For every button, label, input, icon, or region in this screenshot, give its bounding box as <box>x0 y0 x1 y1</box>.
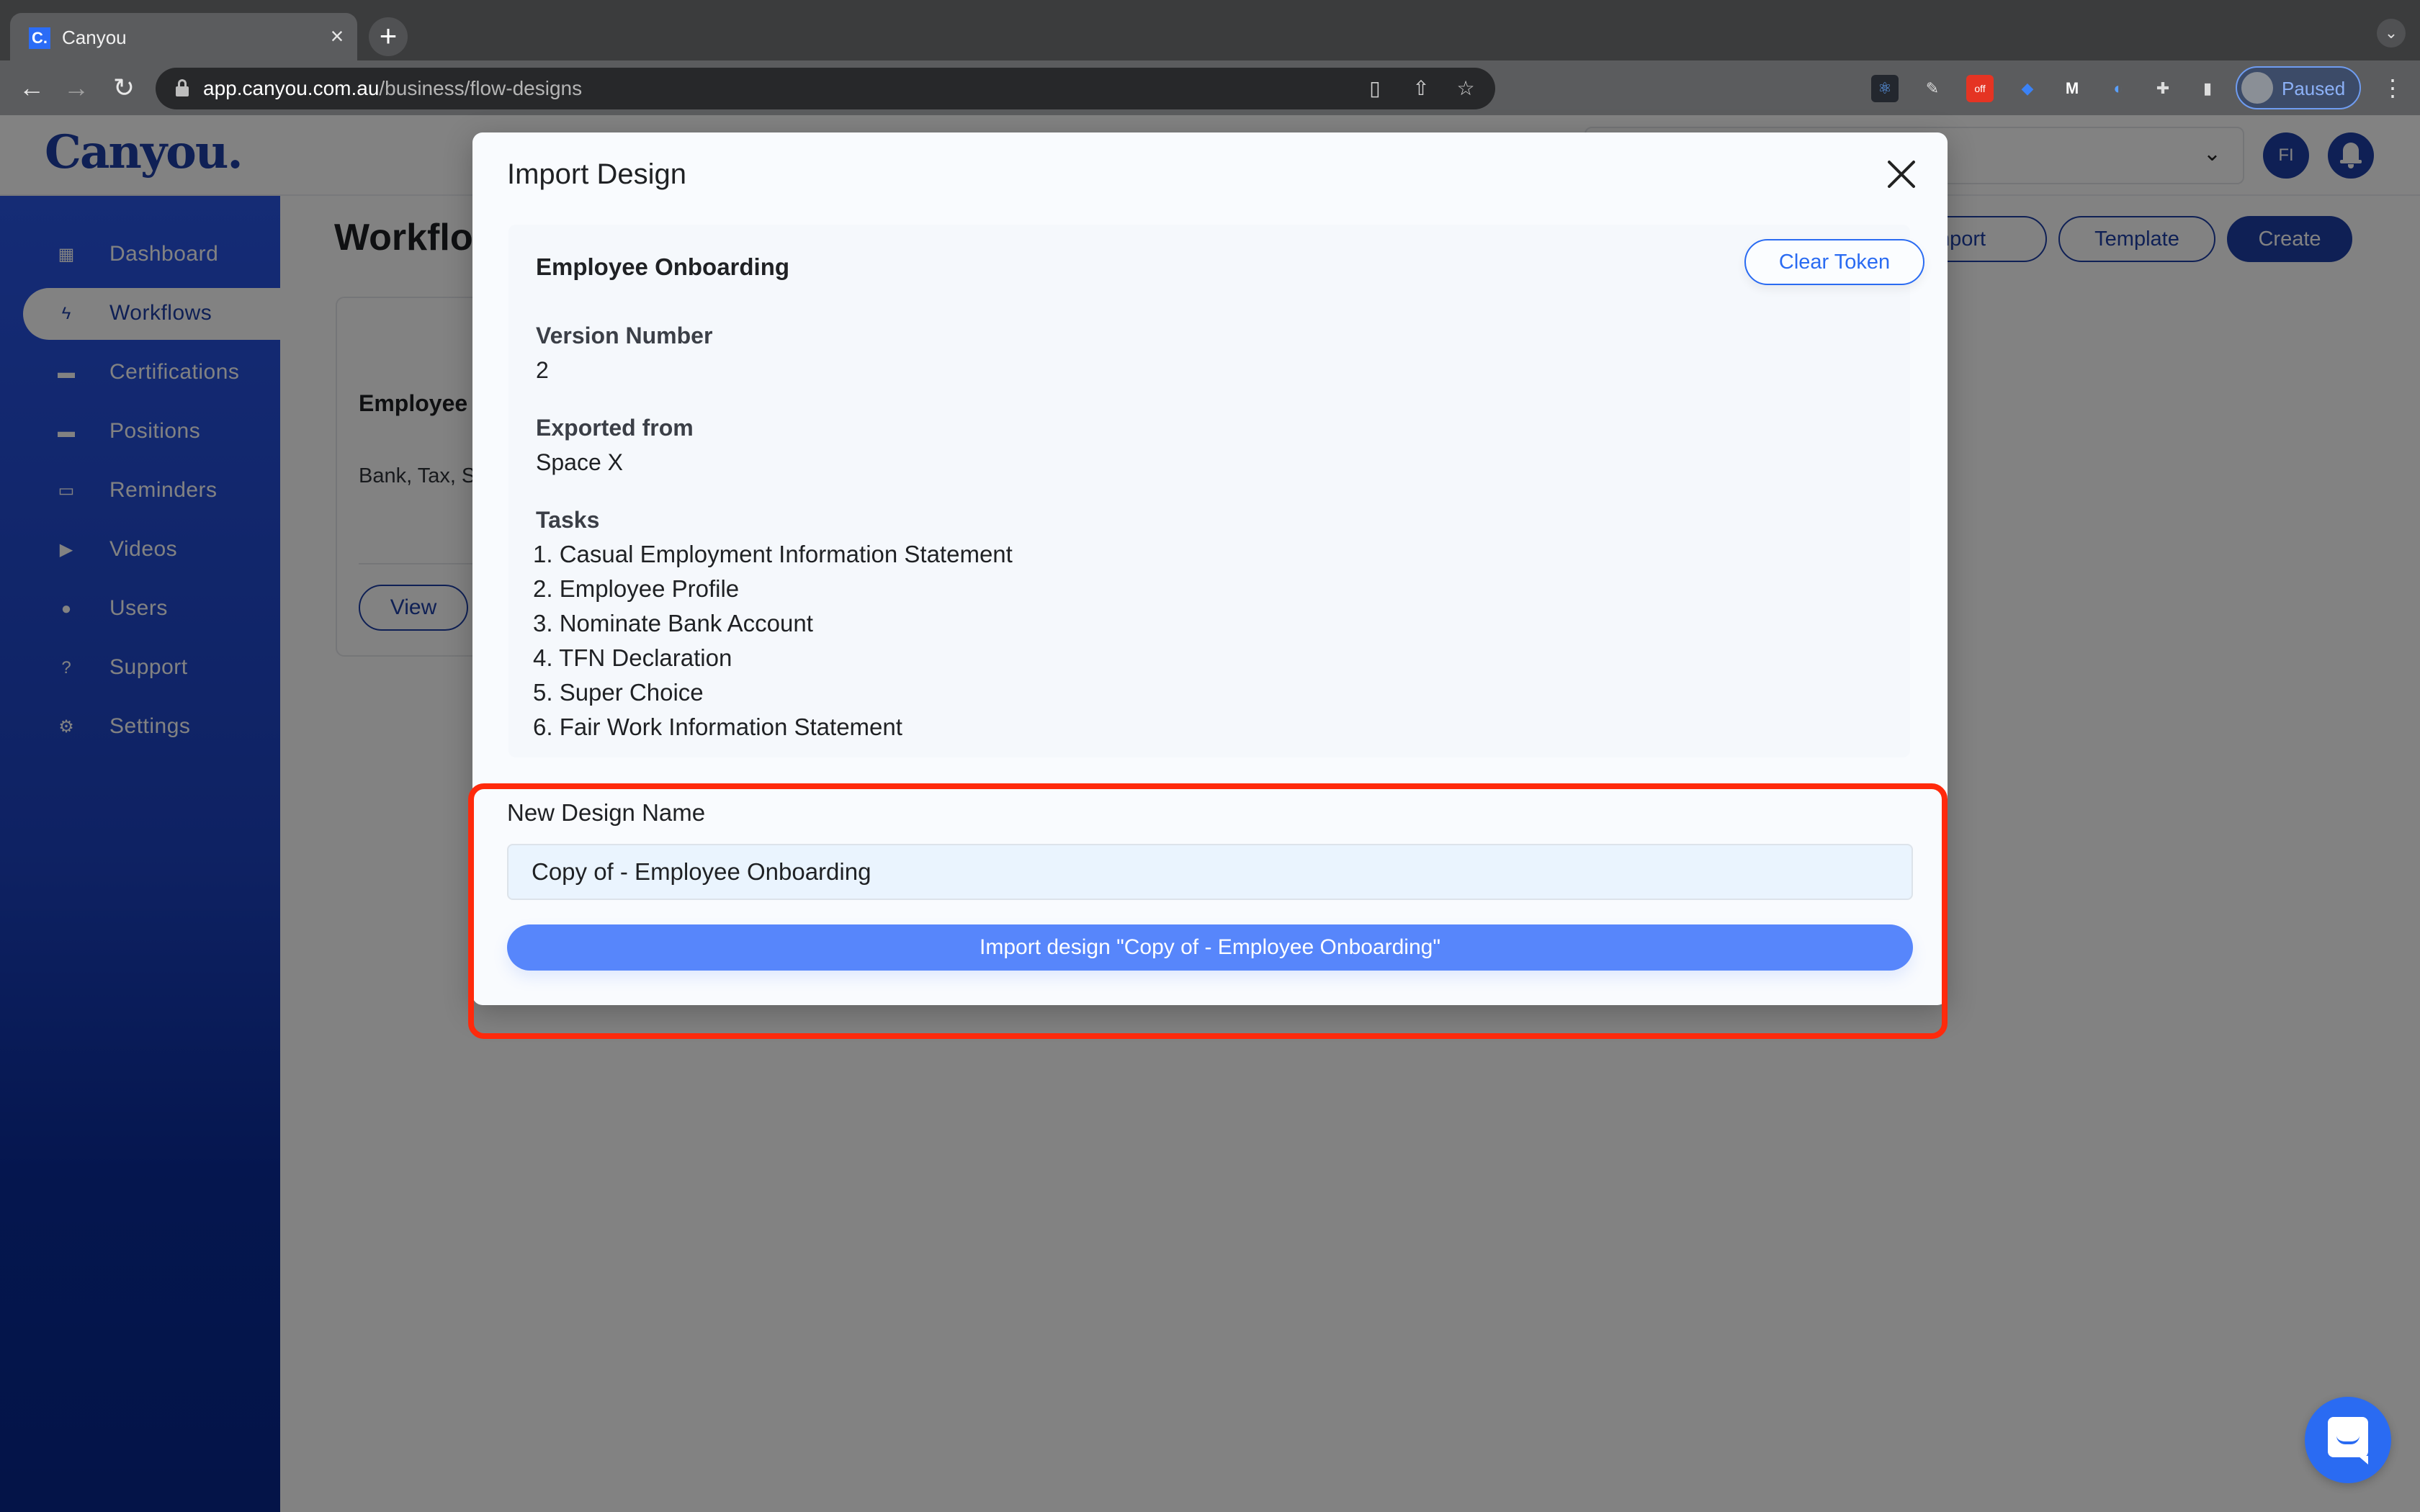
version-label: Version Number <box>536 323 713 348</box>
puzzle-extensions-icon[interactable]: ✚ <box>2149 75 2177 102</box>
clipboard-icon[interactable]: ▯ <box>1363 76 1387 101</box>
task-item: 2. Employee Profile <box>533 575 740 602</box>
task-item: 5. Super Choice <box>533 679 704 706</box>
exported-from-value: Space X <box>536 449 623 475</box>
profile-status: Paused <box>2282 78 2346 99</box>
tag-icon[interactable]: ◆ <box>2014 75 2041 102</box>
profile-avatar <box>2241 72 2273 104</box>
task-item: 3. Nominate Bank Account <box>533 610 813 636</box>
version-value: 2 <box>536 357 549 383</box>
new-tab-button[interactable]: + <box>369 17 408 56</box>
close-icon[interactable] <box>1886 158 1917 190</box>
modal-title: Import Design <box>507 158 686 190</box>
browser-tab[interactable]: C. Canyou × <box>10 13 357 60</box>
lock-icon[interactable] <box>176 79 189 96</box>
browser-tab-bar: C. Canyou × + ⌄ <box>0 0 2420 60</box>
forward-arrow-icon[interactable]: → <box>59 71 94 105</box>
design-info-panel: Employee Onboarding Clear Token Version … <box>508 225 1924 757</box>
task-item: 1. Casual Employment Information Stateme… <box>533 541 1013 567</box>
cors-off-icon[interactable]: off <box>1966 75 1994 102</box>
reload-icon[interactable]: ↻ <box>107 71 141 105</box>
browser-toolbar: ← → ↻ app.canyou.com.au/business/flow-de… <box>0 60 2420 115</box>
clear-token-button[interactable]: Clear Token <box>1744 239 1924 285</box>
tasks-label: Tasks <box>536 507 600 533</box>
chat-launcher-button[interactable] <box>2305 1397 2391 1483</box>
tab-search-chevron-icon[interactable]: ⌄ <box>2377 19 2406 48</box>
new-design-name-label: New Design Name <box>507 799 706 826</box>
tab-close-icon[interactable]: × <box>326 23 349 49</box>
react-devtools-icon[interactable]: ⚛ <box>1871 75 1899 102</box>
address-bar[interactable]: app.canyou.com.au/business/flow-designs … <box>156 68 1495 109</box>
profile-button[interactable]: Paused <box>2236 66 2361 109</box>
design-name: Employee Onboarding <box>536 253 790 280</box>
back-arrow-icon[interactable]: ← <box>14 71 49 105</box>
url-text[interactable]: app.canyou.com.au/business/flow-designs <box>203 77 582 100</box>
url-host: app.canyou.com.au <box>203 77 380 99</box>
new-design-name-input[interactable] <box>507 844 1913 900</box>
task-item: 4. TFN Declaration <box>533 644 732 671</box>
tab-title: Canyou <box>62 27 127 48</box>
password-manager-icon[interactable]: ◐ <box>2105 75 2132 102</box>
task-item: 6. Fair Work Information Statement <box>533 714 902 740</box>
bookmark-star-icon[interactable]: ☆ <box>1453 76 1478 101</box>
exported-from-label: Exported from <box>536 415 694 441</box>
import-design-button[interactable]: Import design "Copy of - Employee Onboar… <box>507 924 1913 971</box>
sidepanel-icon[interactable]: ▮ <box>2194 75 2221 102</box>
browser-menu-icon[interactable]: ⋮ <box>2378 71 2407 105</box>
m-icon[interactable]: M <box>2058 75 2086 102</box>
chat-icon <box>2328 1417 2368 1464</box>
color-picker-icon[interactable]: ✎ <box>1919 75 1946 102</box>
canyou-favicon-icon: C. <box>29 27 50 49</box>
url-path: /business/flow-designs <box>379 77 583 99</box>
share-icon[interactable]: ⇧ <box>1409 76 1433 101</box>
task-list: 1. Casual Employment Information Stateme… <box>533 537 1013 744</box>
import-design-modal: Import Design Employee Onboarding Clear … <box>472 132 1948 1005</box>
